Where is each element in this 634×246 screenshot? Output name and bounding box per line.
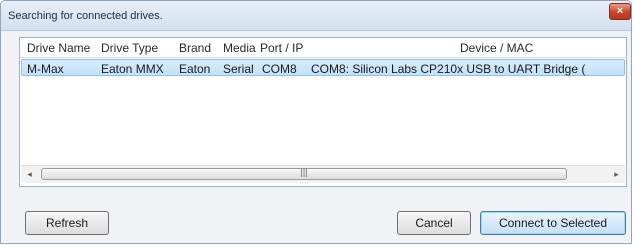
cell-brand: Eaton [179,62,211,76]
column-header-media[interactable]: Media [223,41,256,55]
horizontal-scrollbar[interactable]: ◂ ||| ▸ [21,165,625,183]
close-button[interactable]: × [609,3,631,20]
search-drives-dialog: Searching for connected drives. × Drive … [0,0,632,244]
table-row[interactable]: M-Max Eaton MMX Eaton Serial COM8 COM8: … [21,59,625,76]
connect-to-selected-button[interactable]: Connect to Selected [480,211,626,235]
column-header-drive-type[interactable]: Drive Type [101,41,158,55]
scroll-thumb[interactable]: ||| [41,167,567,180]
scroll-left-icon[interactable]: ◂ [21,166,38,183]
column-header-brand[interactable]: Brand [179,41,211,55]
cell-drive-name: M-Max [27,62,64,76]
cell-media: Serial [223,62,254,76]
column-header-port-ip[interactable]: Port / IP [260,41,303,55]
drives-list[interactable]: Drive Name Drive Type Brand Media Port /… [19,37,627,187]
list-header: Drive Name Drive Type Brand Media Port /… [20,38,626,58]
window-title: Searching for connected drives. [8,10,163,22]
close-icon: × [616,5,624,17]
cell-drive-type: Eaton MMX [101,62,164,76]
cell-port-ip: COM8 [262,62,297,76]
cell-device-mac: COM8: Silicon Labs CP210x USB to UART Br… [311,62,586,76]
cancel-button[interactable]: Cancel [397,211,471,235]
title-bar: Searching for connected drives. × [1,1,631,31]
column-header-drive-name[interactable]: Drive Name [27,41,90,55]
dialog-body: Drive Name Drive Type Brand Media Port /… [1,31,631,243]
column-header-device-mac[interactable]: Device / MAC [460,41,533,55]
refresh-button[interactable]: Refresh [25,211,109,235]
grip-icon: ||| [300,167,308,177]
scroll-right-icon[interactable]: ▸ [608,166,625,183]
